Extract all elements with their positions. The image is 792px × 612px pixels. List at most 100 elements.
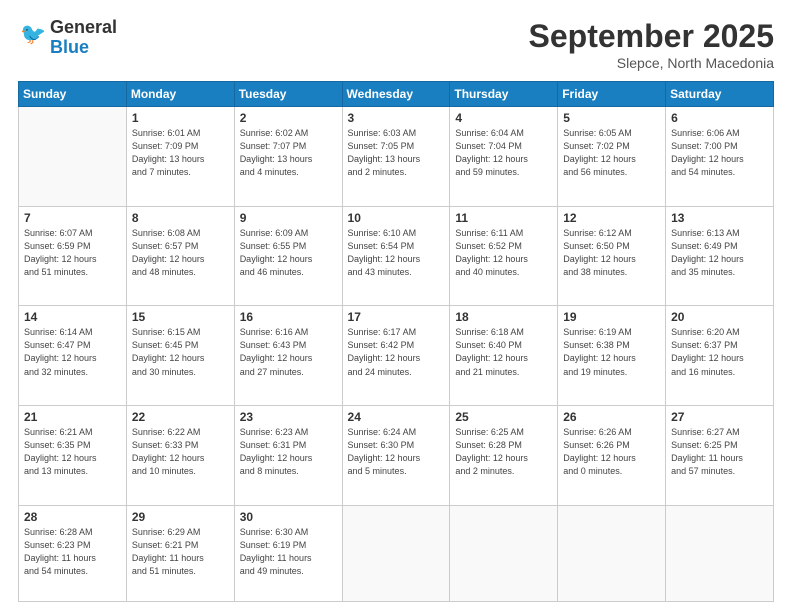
- calendar-day-header: Saturday: [666, 82, 774, 107]
- calendar-cell: 7Sunrise: 6:07 AM Sunset: 6:59 PM Daylig…: [19, 206, 127, 306]
- day-number: 15: [132, 310, 229, 324]
- day-number: 29: [132, 510, 229, 524]
- day-info: Sunrise: 6:22 AM Sunset: 6:33 PM Dayligh…: [132, 426, 229, 478]
- day-info: Sunrise: 6:18 AM Sunset: 6:40 PM Dayligh…: [455, 326, 552, 378]
- calendar-cell: 11 Sunrise: 6:11 AM Sunset: 6:52 PM Dayli…: [450, 206, 558, 306]
- day-number: 3: [348, 111, 445, 125]
- calendar-day-header: Sunday: [19, 82, 127, 107]
- day-number: 23: [240, 410, 337, 424]
- day-number: 24: [348, 410, 445, 424]
- day-number: 4: [455, 111, 552, 125]
- calendar-cell: 5 Sunrise: 6:05 AM Sunset: 7:02 PM Daylig…: [558, 107, 666, 207]
- calendar-cell: 6 Sunrise: 6:06 AM Sunset: 7:00 PM Daylig…: [666, 107, 774, 207]
- calendar-week-row: 21Sunrise: 6:21 AM Sunset: 6:35 PM Dayli…: [19, 406, 774, 506]
- calendar-cell: 18 Sunrise: 6:18 AM Sunset: 6:40 PM Dayli…: [450, 306, 558, 406]
- day-info: Sunrise: 6:11 AM Sunset: 6:52 PM Dayligh…: [455, 227, 552, 279]
- day-info: Sunrise: 6:02 AM Sunset: 7:07 PM Dayligh…: [240, 127, 337, 179]
- calendar-cell: 1Sunrise: 6:01 AM Sunset: 7:09 PM Daylig…: [126, 107, 234, 207]
- day-info: Sunrise: 6:16 AM Sunset: 6:43 PM Dayligh…: [240, 326, 337, 378]
- logo-icon: 🐦: [20, 20, 50, 50]
- calendar-day-header: Wednesday: [342, 82, 450, 107]
- day-info: Sunrise: 6:03 AM Sunset: 7:05 PM Dayligh…: [348, 127, 445, 179]
- day-number: 13: [671, 211, 768, 225]
- day-info: Sunrise: 6:21 AM Sunset: 6:35 PM Dayligh…: [24, 426, 121, 478]
- calendar-table: SundayMondayTuesdayWednesdayThursdayFrid…: [18, 81, 774, 602]
- location-subtitle: Slepce, North Macedonia: [529, 55, 774, 71]
- day-number: 17: [348, 310, 445, 324]
- day-info: Sunrise: 6:14 AM Sunset: 6:47 PM Dayligh…: [24, 326, 121, 378]
- day-info: Sunrise: 6:12 AM Sunset: 6:50 PM Dayligh…: [563, 227, 660, 279]
- day-number: 30: [240, 510, 337, 524]
- day-info: Sunrise: 6:24 AM Sunset: 6:30 PM Dayligh…: [348, 426, 445, 478]
- day-info: Sunrise: 6:27 AM Sunset: 6:25 PM Dayligh…: [671, 426, 768, 478]
- day-number: 12: [563, 211, 660, 225]
- logo-text: General Blue: [50, 18, 117, 58]
- calendar-cell: [19, 107, 127, 207]
- calendar-cell: 3 Sunrise: 6:03 AM Sunset: 7:05 PM Daylig…: [342, 107, 450, 207]
- day-info: Sunrise: 6:30 AM Sunset: 6:19 PM Dayligh…: [240, 526, 337, 578]
- calendar-cell: 28 Sunrise: 6:28 AM Sunset: 6:23 PM Dayli…: [19, 505, 127, 601]
- day-number: 22: [132, 410, 229, 424]
- calendar-week-row: 14Sunrise: 6:14 AM Sunset: 6:47 PM Dayli…: [19, 306, 774, 406]
- day-info: Sunrise: 6:29 AM Sunset: 6:21 PM Dayligh…: [132, 526, 229, 578]
- day-number: 10: [348, 211, 445, 225]
- day-number: 28: [24, 510, 121, 524]
- logo: 🐦 General Blue: [18, 18, 117, 58]
- calendar-day-header: Monday: [126, 82, 234, 107]
- title-block: September 2025 Slepce, North Macedonia: [529, 18, 774, 71]
- calendar-cell: [666, 505, 774, 601]
- day-number: 8: [132, 211, 229, 225]
- day-number: 26: [563, 410, 660, 424]
- calendar-week-row: 28 Sunrise: 6:28 AM Sunset: 6:23 PM Dayli…: [19, 505, 774, 601]
- day-info: Sunrise: 6:25 AM Sunset: 6:28 PM Dayligh…: [455, 426, 552, 478]
- calendar-cell: 27 Sunrise: 6:27 AM Sunset: 6:25 PM Dayli…: [666, 406, 774, 506]
- calendar-cell: 16Sunrise: 6:16 AM Sunset: 6:43 PM Dayli…: [234, 306, 342, 406]
- day-info: Sunrise: 6:19 AM Sunset: 6:38 PM Dayligh…: [563, 326, 660, 378]
- calendar-week-row: 1Sunrise: 6:01 AM Sunset: 7:09 PM Daylig…: [19, 107, 774, 207]
- day-number: 18: [455, 310, 552, 324]
- calendar-cell: 9 Sunrise: 6:09 AM Sunset: 6:55 PM Daylig…: [234, 206, 342, 306]
- calendar-week-row: 7Sunrise: 6:07 AM Sunset: 6:59 PM Daylig…: [19, 206, 774, 306]
- day-info: Sunrise: 6:23 AM Sunset: 6:31 PM Dayligh…: [240, 426, 337, 478]
- calendar-cell: 14Sunrise: 6:14 AM Sunset: 6:47 PM Dayli…: [19, 306, 127, 406]
- calendar-cell: [342, 505, 450, 601]
- logo-line1: General: [50, 17, 117, 37]
- calendar-cell: [558, 505, 666, 601]
- day-info: Sunrise: 6:09 AM Sunset: 6:55 PM Dayligh…: [240, 227, 337, 279]
- day-info: Sunrise: 6:05 AM Sunset: 7:02 PM Dayligh…: [563, 127, 660, 179]
- day-info: Sunrise: 6:28 AM Sunset: 6:23 PM Dayligh…: [24, 526, 121, 578]
- day-info: Sunrise: 6:26 AM Sunset: 6:26 PM Dayligh…: [563, 426, 660, 478]
- calendar-cell: 24 Sunrise: 6:24 AM Sunset: 6:30 PM Dayli…: [342, 406, 450, 506]
- day-number: 19: [563, 310, 660, 324]
- day-number: 11: [455, 211, 552, 225]
- day-number: 20: [671, 310, 768, 324]
- calendar-cell: 12 Sunrise: 6:12 AM Sunset: 6:50 PM Dayli…: [558, 206, 666, 306]
- calendar-cell: 13 Sunrise: 6:13 AM Sunset: 6:49 PM Dayli…: [666, 206, 774, 306]
- day-number: 5: [563, 111, 660, 125]
- calendar-cell: 17Sunrise: 6:17 AM Sunset: 6:42 PM Dayli…: [342, 306, 450, 406]
- calendar-day-header: Tuesday: [234, 82, 342, 107]
- day-number: 9: [240, 211, 337, 225]
- day-info: Sunrise: 6:08 AM Sunset: 6:57 PM Dayligh…: [132, 227, 229, 279]
- day-number: 6: [671, 111, 768, 125]
- calendar-cell: [450, 505, 558, 601]
- calendar-cell: 10Sunrise: 6:10 AM Sunset: 6:54 PM Dayli…: [342, 206, 450, 306]
- calendar-cell: 19 Sunrise: 6:19 AM Sunset: 6:38 PM Dayli…: [558, 306, 666, 406]
- calendar-header-row: SundayMondayTuesdayWednesdayThursdayFrid…: [19, 82, 774, 107]
- day-info: Sunrise: 6:13 AM Sunset: 6:49 PM Dayligh…: [671, 227, 768, 279]
- calendar-cell: 15Sunrise: 6:15 AM Sunset: 6:45 PM Dayli…: [126, 306, 234, 406]
- calendar-cell: 4Sunrise: 6:04 AM Sunset: 7:04 PM Daylig…: [450, 107, 558, 207]
- svg-text:🐦: 🐦: [20, 23, 46, 46]
- calendar-cell: 21Sunrise: 6:21 AM Sunset: 6:35 PM Dayli…: [19, 406, 127, 506]
- calendar-cell: 30 Sunrise: 6:30 AM Sunset: 6:19 PM Dayli…: [234, 505, 342, 601]
- calendar-cell: 29 Sunrise: 6:29 AM Sunset: 6:21 PM Dayli…: [126, 505, 234, 601]
- calendar-cell: 20Sunrise: 6:20 AM Sunset: 6:37 PM Dayli…: [666, 306, 774, 406]
- calendar-cell: 26 Sunrise: 6:26 AM Sunset: 6:26 PM Dayli…: [558, 406, 666, 506]
- day-number: 1: [132, 111, 229, 125]
- calendar-cell: 8 Sunrise: 6:08 AM Sunset: 6:57 PM Daylig…: [126, 206, 234, 306]
- calendar-cell: 22 Sunrise: 6:22 AM Sunset: 6:33 PM Dayli…: [126, 406, 234, 506]
- page: 🐦 General Blue September 2025 Slepce, No…: [0, 0, 792, 612]
- calendar-cell: 23 Sunrise: 6:23 AM Sunset: 6:31 PM Dayli…: [234, 406, 342, 506]
- day-number: 27: [671, 410, 768, 424]
- day-info: Sunrise: 6:06 AM Sunset: 7:00 PM Dayligh…: [671, 127, 768, 179]
